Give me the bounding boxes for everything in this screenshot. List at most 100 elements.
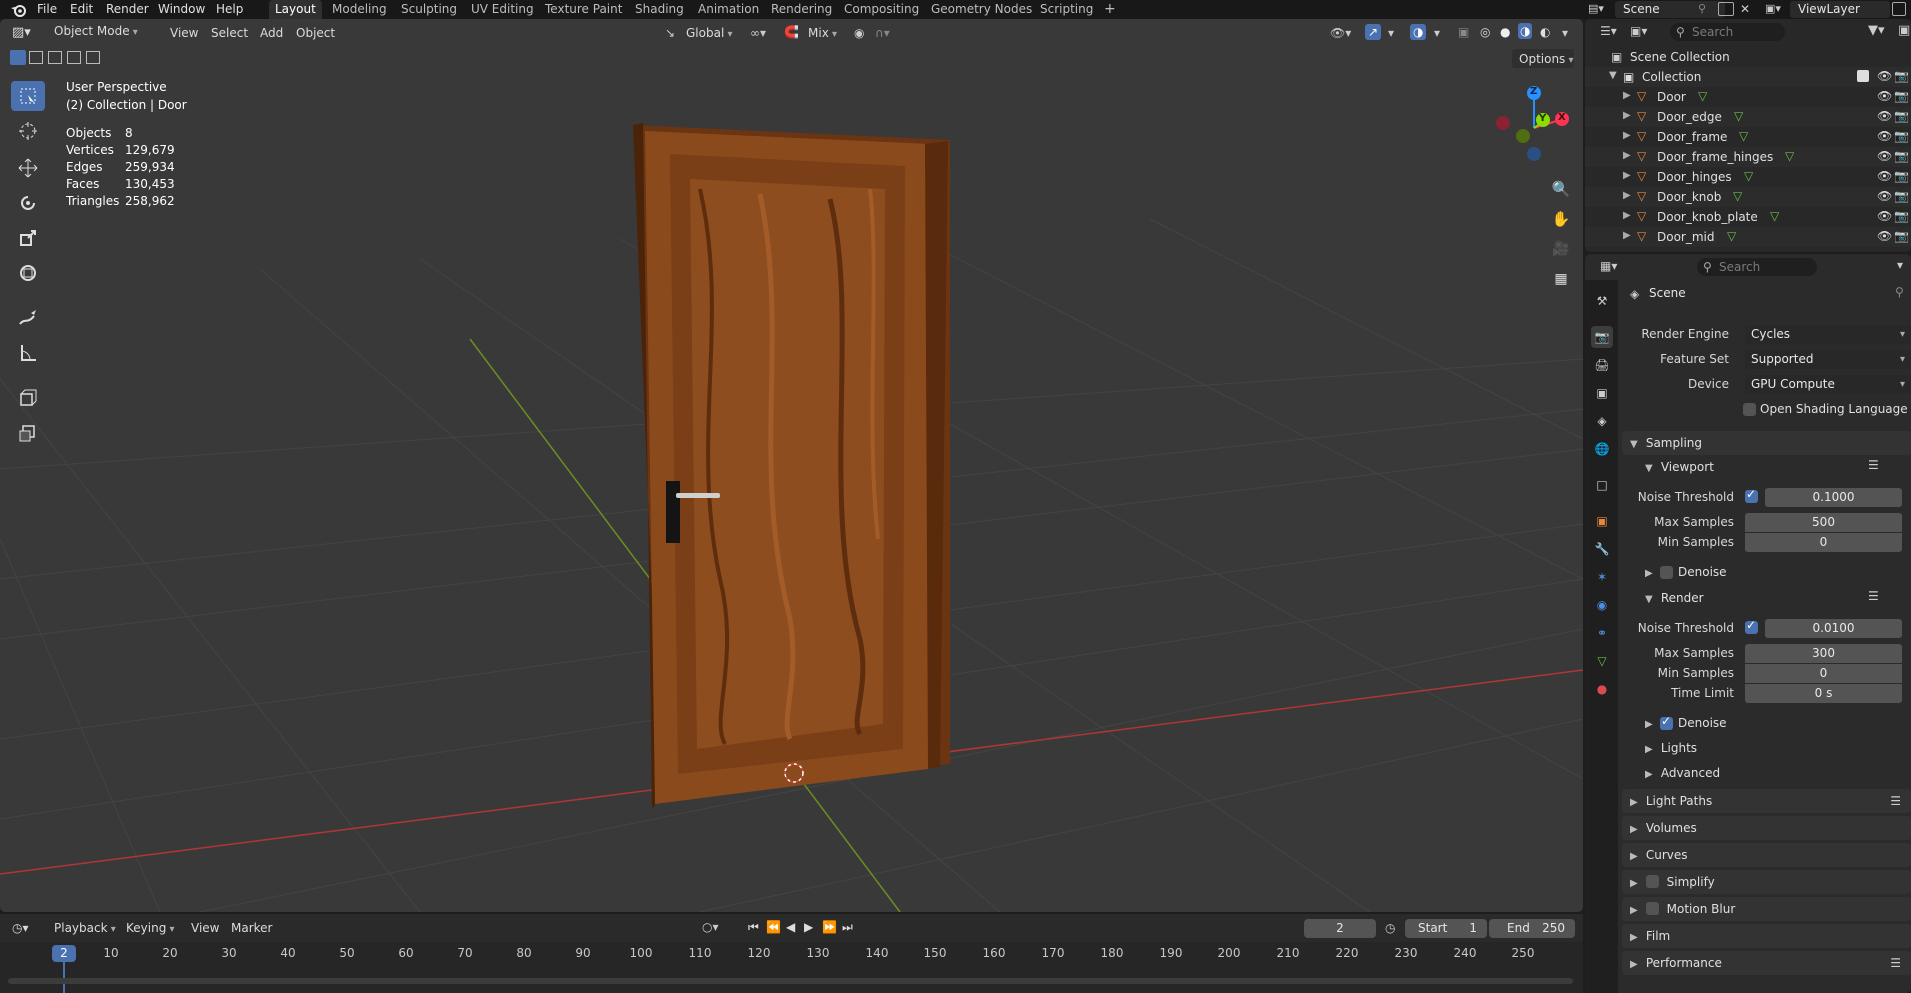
tab-geometry-nodes[interactable]: Geometry Nodes (925, 0, 1038, 19)
rotate-tool[interactable] (11, 188, 45, 218)
camera-icon[interactable]: 📷 (1894, 89, 1909, 103)
advanced-subpanel[interactable]: ▶ Advanced (1645, 766, 1720, 780)
camera-icon[interactable]: 📷 (1894, 129, 1909, 143)
menu-marker[interactable]: Marker (231, 920, 272, 936)
mesh-data-icon[interactable]: ▽ (1770, 209, 1779, 223)
select-box-tool[interactable] (11, 81, 45, 111)
film-panel[interactable]: ▶ Film (1622, 924, 1911, 948)
select-subtract-icon[interactable] (48, 51, 62, 64)
sampling-panel-header[interactable]: ▼ Sampling (1622, 431, 1911, 455)
play-icon[interactable]: ▶ (804, 920, 813, 934)
viewport-denoise-subpanel[interactable]: ▶ (1645, 565, 1657, 579)
pin-properties-icon[interactable]: ⚲ (1895, 285, 1904, 299)
chevron-right-icon[interactable]: ▶ (1623, 150, 1631, 161)
falloff-icon[interactable]: ∩▾ (875, 25, 890, 41)
wireframe-shading-icon[interactable]: ◎ (1480, 24, 1490, 40)
solid-shading-icon[interactable]: ● (1500, 24, 1510, 40)
move-tool[interactable] (11, 153, 45, 183)
ortho-grid-icon[interactable]: ▦ (1547, 265, 1575, 293)
menu-render[interactable]: Render (106, 1, 149, 18)
physics-tab-icon[interactable]: ◉ (1591, 594, 1613, 616)
pivot-point-icon[interactable]: ∞▾ (750, 25, 766, 41)
delete-scene-icon[interactable]: ✕ (1740, 2, 1750, 16)
tab-sculpting[interactable]: Sculpting (395, 0, 463, 19)
mesh-data-icon[interactable]: ▽ (1727, 229, 1736, 243)
eye-icon[interactable]: 👁 (1877, 69, 1892, 83)
select-mode-buttons[interactable] (10, 50, 105, 66)
menu-keying[interactable]: Keying (126, 920, 175, 938)
eye-icon[interactable]: 👁 (1877, 129, 1892, 143)
select-extend-icon[interactable] (29, 51, 43, 64)
modifier-tab-icon[interactable]: 🔧 (1591, 538, 1613, 560)
outliner-object-row[interactable]: ▶ ▽ Door_knob_plate ▽ 👁 📷 (1585, 207, 1911, 227)
mesh-data-icon[interactable]: ▽ (1744, 169, 1753, 183)
presets-list-icon[interactable]: ☰ (1890, 789, 1901, 813)
eye-icon[interactable]: 👁 (1877, 209, 1892, 223)
cursor-tool[interactable] (11, 116, 45, 146)
outliner-editor-icon[interactable]: ☰▾ (1600, 24, 1617, 38)
add-workspace-icon[interactable]: + (1098, 0, 1122, 19)
output-tab-icon[interactable]: 🖨 (1591, 354, 1613, 376)
shading-dropdown-icon[interactable]: ▾ (1562, 25, 1568, 41)
render-tab-icon[interactable]: 📷 (1591, 326, 1613, 348)
viewport-noise-threshold-checkbox[interactable] (1745, 487, 1758, 503)
simplify-panel[interactable]: ▶ Simplify (1622, 870, 1911, 894)
material-tab-icon[interactable]: ● (1591, 678, 1613, 700)
tool-tab-icon[interactable]: ⚒ (1591, 290, 1613, 312)
tab-compositing[interactable]: Compositing (838, 0, 925, 19)
render-noise-threshold-checkbox[interactable] (1745, 618, 1758, 634)
zoom-icon[interactable]: 🔍 (1547, 175, 1575, 203)
performance-panel[interactable]: ▶ Performance ☰ (1622, 951, 1911, 975)
exclude-checkbox[interactable] (1857, 70, 1869, 82)
next-keyframe-icon[interactable]: ⏩ (822, 920, 837, 934)
chevron-right-icon[interactable]: ▶ (1623, 110, 1631, 121)
editor-type-icon[interactable]: ▨▾ (12, 25, 31, 41)
chevron-right-icon[interactable]: ▶ (1623, 190, 1631, 201)
tab-modeling[interactable]: Modeling (326, 0, 393, 19)
menu-timeline-view[interactable]: View (191, 920, 219, 936)
transform-orientation[interactable]: Global (686, 25, 732, 43)
camera-icon[interactable]: 📷 (1894, 149, 1909, 163)
menu-select[interactable]: Select (211, 25, 248, 41)
camera-icon[interactable]: 📷 (1894, 109, 1909, 123)
data-tab-icon[interactable]: ▽ (1591, 650, 1613, 672)
select-new-icon[interactable] (10, 50, 26, 65)
tab-animation[interactable]: Animation (692, 0, 765, 19)
overlay-toggle-icon[interactable]: ◑ (1410, 24, 1427, 40)
menu-playback[interactable]: Playback (54, 920, 116, 938)
world-tab-icon[interactable]: 🌐 (1591, 438, 1613, 460)
light-paths-panel[interactable]: ▶ Light Paths ☰ (1622, 789, 1911, 813)
new-collection-icon[interactable]: ▣ (1898, 23, 1910, 38)
viewport-min-samples-field[interactable]: 0 (1745, 533, 1902, 552)
material-shading-icon[interactable]: ◑ (1518, 23, 1533, 39)
menu-help[interactable]: Help (216, 1, 243, 18)
outliner-object-row[interactable]: ▶ ▽ Door_frame_hinges ▽ 👁 📷 (1585, 147, 1911, 167)
eye-icon[interactable]: 👁 (1877, 89, 1892, 103)
camera-icon[interactable]: 📷 (1894, 209, 1909, 223)
camera-icon[interactable]: 📷 (1894, 69, 1909, 83)
scene-tab-icon[interactable]: ◈ (1591, 410, 1613, 432)
mesh-data-icon[interactable]: ▽ (1733, 189, 1742, 203)
feature-set-dropdown[interactable]: Supported (1745, 350, 1911, 369)
outliner-search-input[interactable]: ⚲ Search (1670, 23, 1785, 41)
viewport-denoise-checkbox[interactable] (1660, 566, 1673, 579)
eye-icon[interactable]: 👁 (1877, 189, 1892, 203)
chevron-down-icon[interactable]: ▼ (1609, 70, 1617, 81)
mode-selector[interactable]: Object Mode (48, 23, 144, 42)
menu-view[interactable]: View (170, 25, 198, 41)
visibility-icon[interactable]: 👁▾ (1330, 25, 1351, 41)
render-max-samples-field[interactable]: 300 (1745, 644, 1902, 663)
tab-scripting[interactable]: Scripting (1034, 0, 1099, 19)
3d-viewport[interactable]: User Perspective (2) Collection | Door O… (0, 19, 1583, 912)
preview-range-icon[interactable]: ◷ (1385, 920, 1395, 936)
eye-icon[interactable]: 👁 (1877, 109, 1892, 123)
properties-search-input[interactable]: ⚲ Search (1697, 258, 1817, 276)
prev-keyframe-icon[interactable]: ⏪ (766, 920, 781, 934)
properties-options-icon[interactable]: ▾ (1897, 258, 1903, 272)
menu-object[interactable]: Object (296, 25, 335, 41)
annotate-tool[interactable] (11, 303, 45, 333)
view-layer-selector[interactable]: ViewLayer (1790, 1, 1890, 18)
volumes-panel[interactable]: ▶ Volumes (1622, 816, 1911, 840)
jump-end-icon[interactable]: ⏭ (842, 920, 853, 935)
scale-tool[interactable] (11, 223, 45, 253)
